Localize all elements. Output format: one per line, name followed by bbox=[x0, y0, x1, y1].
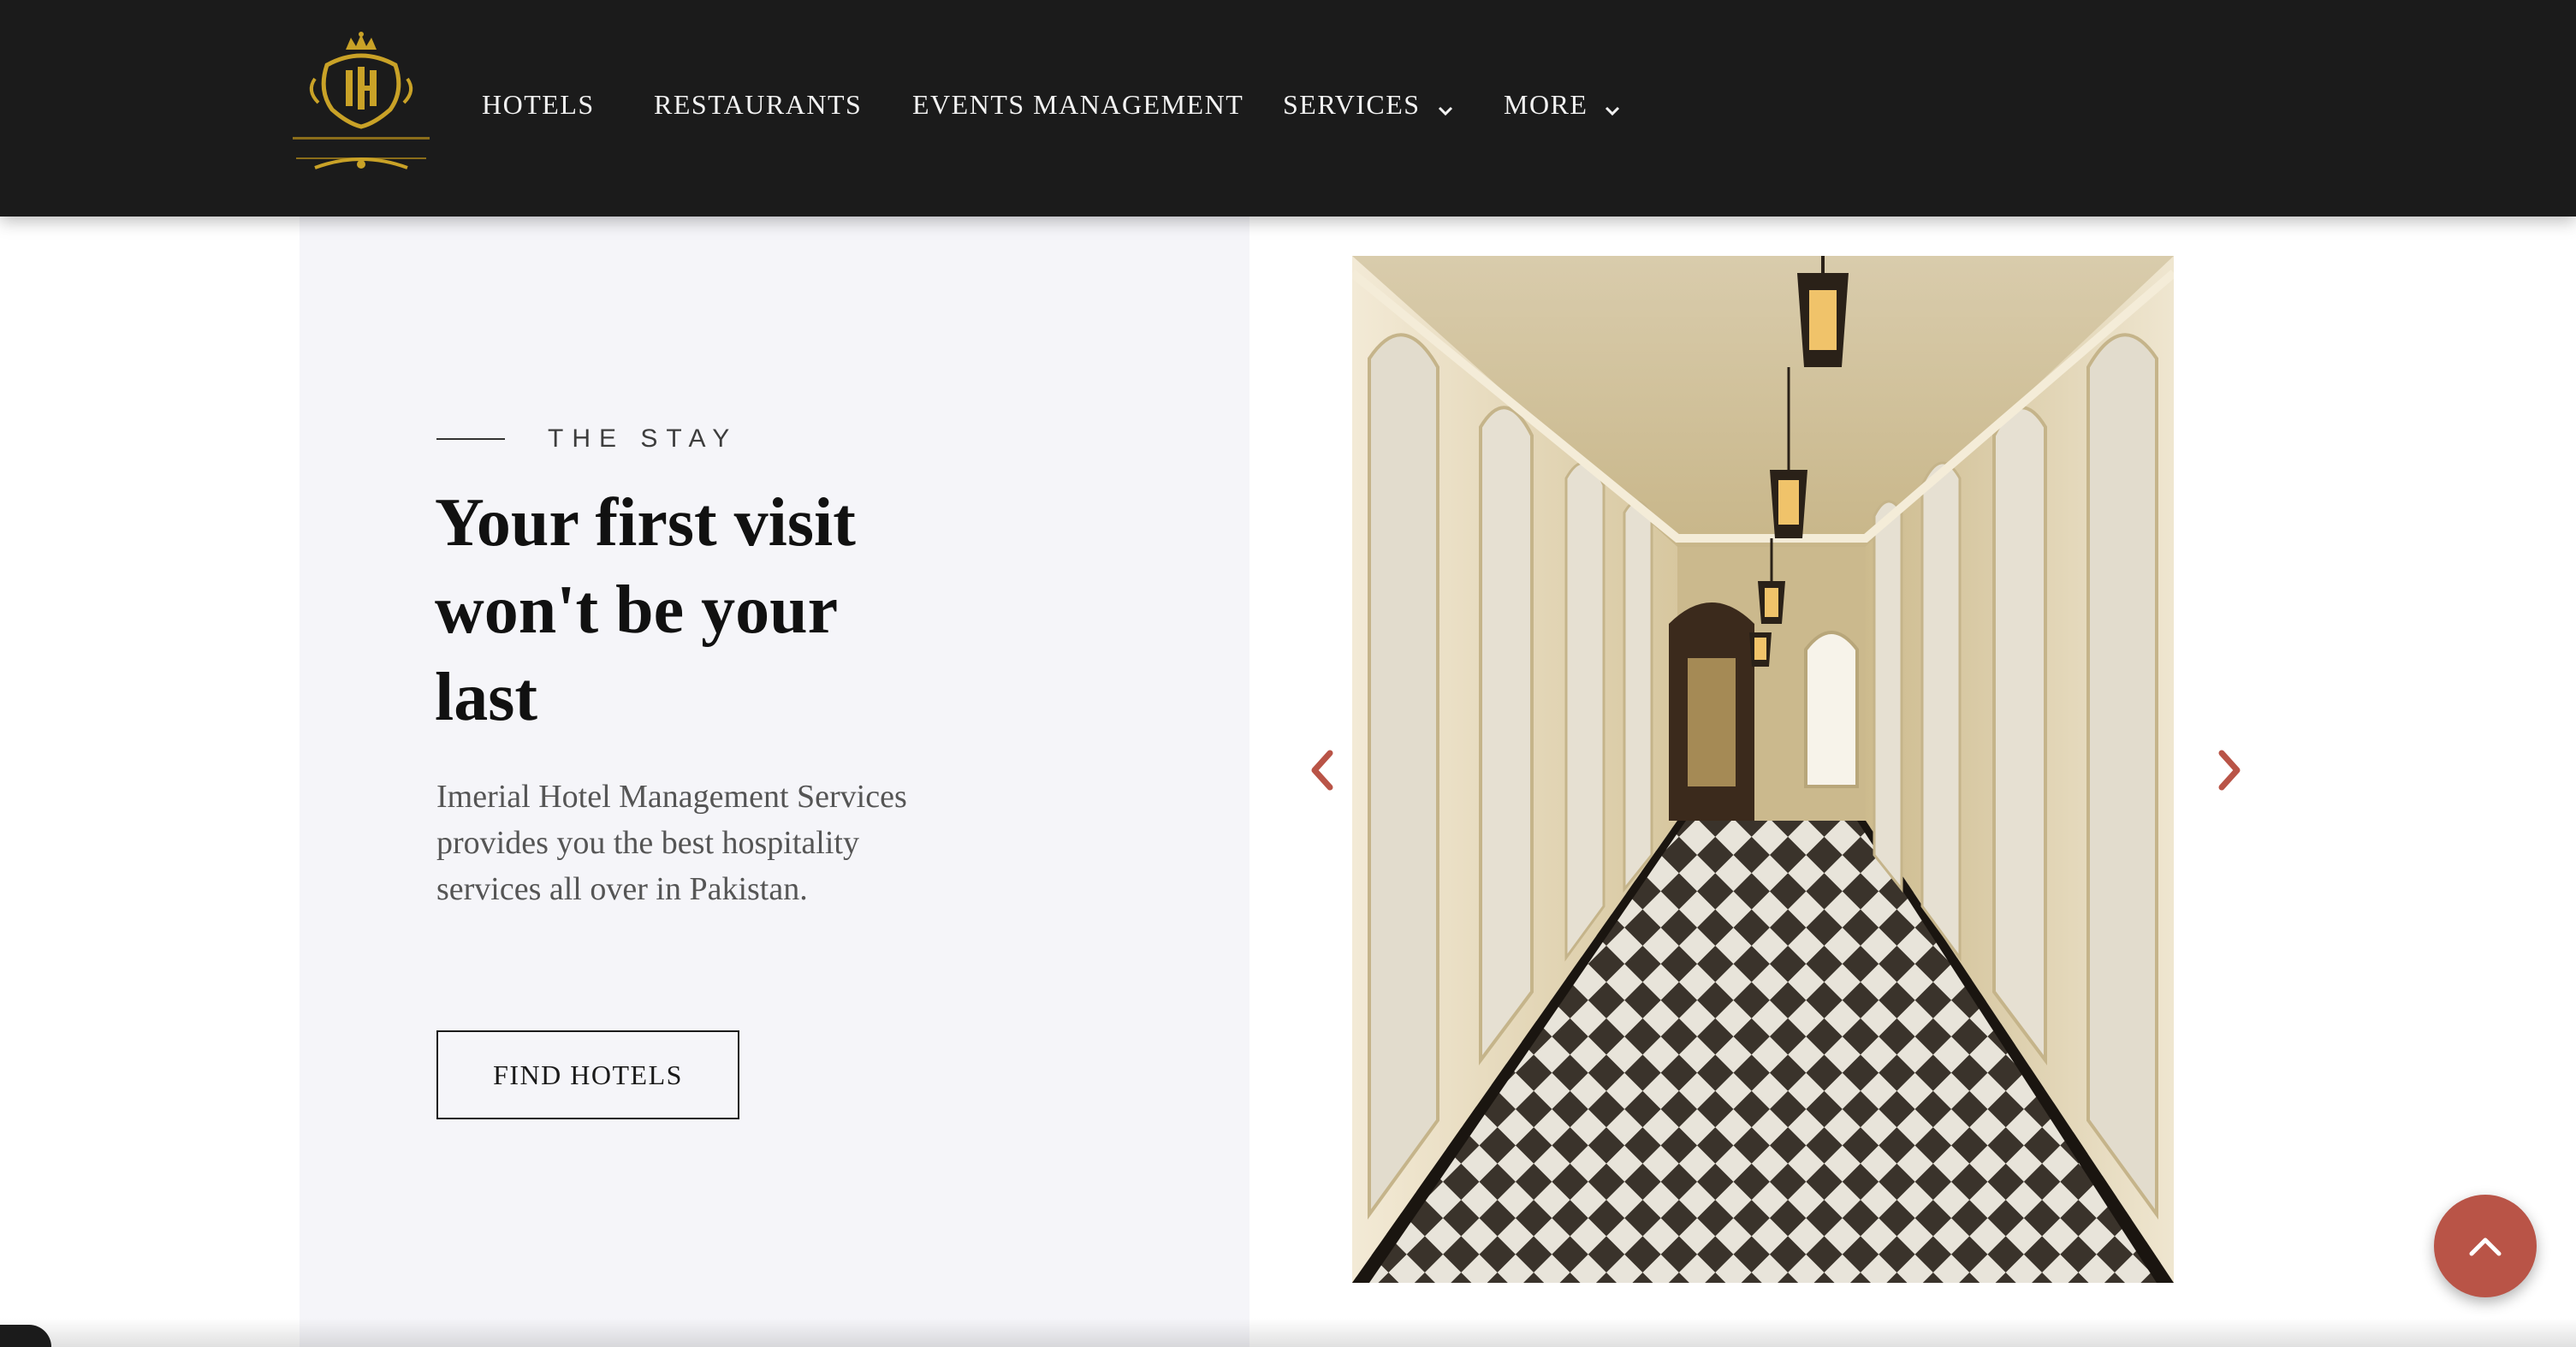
bottom-shadow bbox=[0, 1318, 2576, 1347]
eyebrow-label: THE STAY bbox=[548, 424, 739, 453]
nav-events-management-label: EVENTS MANAGEMENT bbox=[912, 88, 1244, 120]
nav-more[interactable]: MORE bbox=[1504, 82, 1622, 127]
hero-description: Imerial Hotel Management Services provid… bbox=[436, 779, 907, 907]
nav-hotels[interactable]: HOTELS bbox=[482, 82, 595, 127]
imperial-hotel-logo[interactable] bbox=[289, 31, 433, 176]
chevron-right-icon[interactable] bbox=[2208, 745, 2251, 796]
chevron-left-icon[interactable] bbox=[1301, 745, 1344, 796]
nav-events-management[interactable]: EVENTS MANAGEMENT bbox=[912, 82, 1243, 127]
nav-more-label: MORE bbox=[1504, 88, 1588, 120]
section-eyebrow: THE STAY bbox=[436, 424, 738, 454]
find-hotels-button[interactable]: FIND HOTELS bbox=[436, 1030, 739, 1119]
nav-restaurants-label: RESTAURANTS bbox=[654, 88, 863, 120]
nav-services-label: SERVICES bbox=[1283, 88, 1421, 120]
hero-headline: Your first visit won't be your last bbox=[435, 485, 856, 735]
carousel-slide-image bbox=[1352, 256, 2174, 1283]
eyebrow-divider bbox=[436, 438, 505, 440]
chevron-down-icon bbox=[1603, 95, 1622, 116]
nav-services[interactable]: SERVICES bbox=[1283, 82, 1455, 127]
chevron-up-icon bbox=[2469, 1237, 2502, 1256]
nav-hotels-label: HOTELS bbox=[482, 88, 595, 120]
scroll-to-top-button[interactable] bbox=[2434, 1195, 2537, 1297]
chevron-down-icon bbox=[1436, 95, 1455, 116]
corridor-photo bbox=[1352, 256, 2174, 1283]
nav-restaurants[interactable]: RESTAURANTS bbox=[654, 82, 862, 127]
top-navbar: HOTELS RESTAURANTS EVENTS MANAGEMENT SER… bbox=[0, 0, 2576, 217]
